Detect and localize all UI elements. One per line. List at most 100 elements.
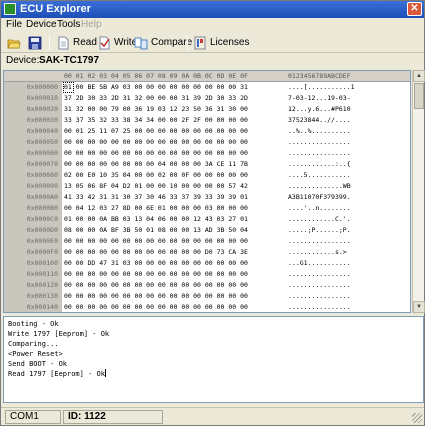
hex-row[interactable]: 0x0000A0 41 33 42 31 31 30 37 30 46 33 37…: [4, 192, 410, 203]
hex-address: 0x0000E0: [26, 237, 58, 245]
hex-row[interactable]: 0x000040 00 01 25 11 07 25 00 00 00 00 00…: [4, 126, 410, 137]
hex-ascii[interactable]: ................: [288, 302, 351, 312]
hex-address: 0x000130: [26, 292, 58, 300]
hex-row[interactable]: 0x000070 00 00 00 00 00 00 00 00 04 00 00…: [4, 159, 410, 170]
resize-grip-icon[interactable]: [412, 413, 422, 423]
hex-row[interactable]: 0x0000D0 08 00 00 0A BF 3B 50 01 08 00 00…: [4, 225, 410, 236]
hex-ascii[interactable]: ............:..{: [288, 159, 351, 170]
hex-row[interactable]: 0x000000 01 00 BE 5B A9 03 00 00 00 00 00…: [4, 82, 410, 93]
hex-ascii[interactable]: ...G1...........: [288, 258, 351, 269]
hex-bytes[interactable]: 00 00 00 00 00 00 00 00 00 00 00 00 00 0…: [64, 137, 248, 148]
hex-bytes[interactable]: 00 00 00 00 00 00 00 00 00 00 00 00 00 0…: [64, 280, 248, 291]
hex-ascii[interactable]: ....5...........: [288, 170, 351, 181]
hex-ascii[interactable]: ....'..n........: [288, 203, 351, 214]
hex-address: 0x0000D0: [26, 226, 58, 234]
hex-ascii[interactable]: ............C.'.: [288, 214, 351, 225]
hex-row[interactable]: 0x000130 00 00 00 00 00 00 00 00 00 00 00…: [4, 291, 410, 302]
hex-row[interactable]: 0x000010 37 2D 30 33 2D 31 32 00 00 00 31…: [4, 93, 410, 104]
hex-bytes[interactable]: 08 00 00 0A BF 3B 50 01 08 00 00 13 AD 3…: [64, 225, 248, 236]
scroll-up-arrow-icon[interactable]: ▲: [413, 70, 425, 82]
hex-bytes[interactable]: 00 00 00 00 00 00 00 00 00 00 00 00 00 0…: [64, 269, 248, 280]
menu-tools[interactable]: Tools: [57, 19, 80, 30]
hex-bytes[interactable]: 00 00 00 00 00 00 00 00 00 00 00 00 D0 7…: [64, 247, 248, 258]
status-port: COM1: [5, 410, 61, 424]
title-bar: ECU Explorer ✕: [1, 1, 424, 18]
hex-bytes[interactable]: 41 33 42 31 31 30 37 30 46 33 37 39 33 3…: [64, 192, 248, 203]
hex-bytes[interactable]: 02 00 E0 10 35 04 00 00 02 00 0F 00 00 0…: [64, 170, 248, 181]
hex-bytes[interactable]: 00 00 00 00 00 00 00 00 00 00 00 00 00 0…: [64, 236, 248, 247]
hex-bytes[interactable]: 13 05 06 8F 04 D2 01 00 00 10 00 00 00 0…: [64, 181, 248, 192]
hex-bytes[interactable]: 01 00 00 0A BB 03 13 04 06 00 00 12 43 0…: [64, 214, 248, 225]
read-button[interactable]: Read: [56, 35, 97, 51]
hex-address: 0x0000C0: [26, 215, 58, 223]
hex-row[interactable]: 0x000120 00 00 00 00 00 00 00 00 00 00 00…: [4, 280, 410, 291]
hex-bytes[interactable]: 00 00 00 00 00 00 00 00 04 00 00 00 3A C…: [64, 159, 248, 170]
hex-ascii[interactable]: .....;P......;P.: [288, 225, 351, 236]
hex-ascii[interactable]: ..%..%..........: [288, 126, 351, 137]
toolbar: Read Write Compare Licenses: [1, 33, 424, 53]
save-button[interactable]: [28, 35, 44, 51]
compare-button[interactable]: Compare: [134, 35, 192, 51]
hex-ascii[interactable]: 12...y.6...#P610: [288, 104, 351, 115]
hex-ascii[interactable]: ................: [288, 269, 351, 280]
hex-bytes[interactable]: 00 00 00 00 00 00 00 00 00 00 00 00 00 0…: [64, 302, 248, 312]
compare-button-label: Compare: [151, 37, 193, 48]
hex-address: 0x0000B0: [26, 204, 58, 212]
hex-row[interactable]: 0x000060 00 00 00 00 00 00 00 00 00 00 00…: [4, 148, 410, 159]
hex-bytes[interactable]: 37 2D 30 33 2D 31 32 00 00 00 31 39 2D 3…: [64, 93, 248, 104]
device-value: SAK-TC1797: [39, 55, 100, 66]
hex-row[interactable]: 0x000110 00 00 00 00 00 00 00 00 00 00 00…: [4, 269, 410, 280]
hex-row[interactable]: 0x000080 02 00 E0 10 35 04 00 00 02 00 0F…: [4, 170, 410, 181]
hex-row[interactable]: 0x0000C0 01 00 00 0A BB 03 13 04 06 00 00…: [4, 214, 410, 225]
licenses-button[interactable]: Licenses: [193, 35, 249, 51]
hex-bytes[interactable]: 00 01 25 11 07 25 00 00 00 00 00 00 00 0…: [64, 126, 248, 137]
hex-ascii[interactable]: ................: [288, 236, 351, 247]
hex-bytes[interactable]: 33 37 35 32 33 38 34 34 00 00 2F 2F 00 0…: [64, 115, 248, 126]
licenses-icon: [194, 36, 206, 50]
hex-ascii[interactable]: 7-03-12...19-03-: [288, 93, 351, 104]
device-label: Device:: [6, 55, 40, 66]
hex-bytes[interactable]: 00 00 DD 47 31 03 00 00 00 00 00 00 00 0…: [64, 258, 248, 269]
hex-bytes[interactable]: 00 00 00 00 00 00 00 00 00 00 00 00 00 0…: [64, 148, 248, 159]
close-button[interactable]: ✕: [407, 2, 422, 16]
hex-row[interactable]: 0x000140 00 00 00 00 00 00 00 00 00 00 00…: [4, 302, 410, 312]
hex-row[interactable]: 0x0000F0 00 00 00 00 00 00 00 00 00 00 00…: [4, 247, 410, 258]
hex-address: 0x000010: [26, 94, 58, 102]
hex-address: 0x0000A0: [26, 193, 58, 201]
window-title: ECU Explorer: [20, 3, 91, 15]
hex-bytes[interactable]: 01 00 BE 5B A9 03 00 00 00 00 00 00 00 0…: [64, 82, 248, 93]
log-line: Read 1797 [Eeprom] - Ok: [8, 370, 105, 378]
menu-help[interactable]: Help: [81, 19, 102, 30]
hex-row[interactable]: 0x0000B0 00 04 12 03 27 8D 00 6E 01 00 00…: [4, 203, 410, 214]
hex-ascii[interactable]: 37523844..//....: [288, 115, 351, 126]
hex-ascii[interactable]: ................: [288, 148, 351, 159]
hex-bytes[interactable]: 00 00 00 00 00 00 00 00 00 00 00 00 00 0…: [64, 291, 248, 302]
hex-row[interactable]: 0x000050 00 00 00 00 00 00 00 00 00 00 00…: [4, 137, 410, 148]
hex-bytes[interactable]: 31 32 00 00 79 00 36 19 03 12 23 50 36 3…: [64, 104, 248, 115]
hex-ascii[interactable]: ................: [288, 280, 351, 291]
hex-ascii[interactable]: ................: [288, 137, 351, 148]
hex-ascii[interactable]: A3B11070F379399.: [288, 192, 351, 203]
scroll-down-arrow-icon[interactable]: ▼: [413, 301, 425, 313]
hex-ascii[interactable]: ................: [288, 291, 351, 302]
scroll-thumb[interactable]: [414, 83, 424, 109]
hex-editor[interactable]: 00 01 02 03 04 05 06 07 08 09 0A 0B 0C 0…: [3, 70, 411, 313]
hex-row[interactable]: 0x000020 31 32 00 00 79 00 36 19 03 12 23…: [4, 104, 410, 115]
log-line: Booting - Ok: [8, 320, 59, 328]
hex-ascii[interactable]: ..............WB: [288, 181, 351, 192]
hex-scrollbar[interactable]: ▲ ▼: [412, 70, 425, 313]
hex-row[interactable]: 0x0000E0 00 00 00 00 00 00 00 00 00 00 00…: [4, 236, 410, 247]
hex-row[interactable]: 0x000100 00 00 DD 47 31 03 00 00 00 00 00…: [4, 258, 410, 269]
hex-bytes[interactable]: 00 04 12 03 27 8D 00 6E 01 00 00 00 03 0…: [64, 203, 248, 214]
write-button[interactable]: Write: [97, 35, 137, 51]
hex-row[interactable]: 0x000030 33 37 35 32 33 38 34 34 00 00 2F…: [4, 115, 410, 126]
menu-file[interactable]: File: [6, 19, 22, 30]
hex-row[interactable]: 0x000090 13 05 06 8F 04 D2 01 00 00 10 00…: [4, 181, 410, 192]
hex-ascii[interactable]: ............s.>: [288, 247, 347, 258]
menu-device[interactable]: Device: [26, 19, 57, 30]
device-info: Device: SAK-TC1797: [1, 54, 424, 68]
open-button[interactable]: [7, 35, 23, 51]
log-output[interactable]: Booting - Ok Write 1797 [Eeprom] - Ok Co…: [3, 316, 424, 403]
log-line: Send BOOT - Ok: [8, 360, 68, 368]
hex-ascii[interactable]: ....[...........1: [288, 82, 355, 93]
